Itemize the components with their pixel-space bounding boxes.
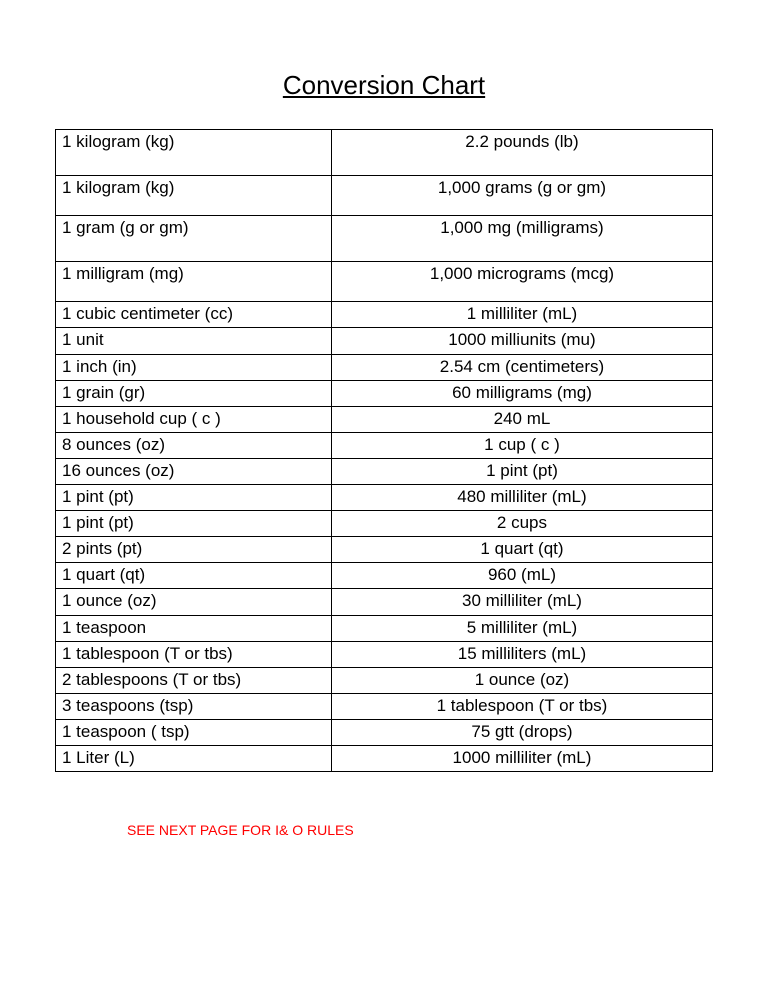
from-cell: 1 kilogram (kg)	[56, 176, 332, 216]
table-row: 2 tablespoons (T or tbs)1 ounce (oz)	[56, 667, 713, 693]
to-cell: 15 milliliters (mL)	[331, 641, 712, 667]
from-cell: 1 inch (in)	[56, 354, 332, 380]
from-cell: 1 pint (pt)	[56, 511, 332, 537]
to-cell: 2.2 pounds (lb)	[331, 130, 712, 176]
table-row: 1 cubic centimeter (cc)1 milliliter (mL)	[56, 302, 713, 328]
to-cell: 1 ounce (oz)	[331, 667, 712, 693]
table-row: 8 ounces (oz)1 cup ( c )	[56, 432, 713, 458]
to-cell: 960 (mL)	[331, 563, 712, 589]
table-row: 1 household cup ( c )240 mL	[56, 406, 713, 432]
to-cell: 1000 milliunits (mu)	[331, 328, 712, 354]
table-row: 1 quart (qt)960 (mL)	[56, 563, 713, 589]
page-title: Conversion Chart	[55, 70, 713, 101]
to-cell: 1 milliliter (mL)	[331, 302, 712, 328]
from-cell: 2 pints (pt)	[56, 537, 332, 563]
to-cell: 2.54 cm (centimeters)	[331, 354, 712, 380]
to-cell: 1,000 micrograms (mcg)	[331, 262, 712, 302]
to-cell: 2 cups	[331, 511, 712, 537]
to-cell: 1 quart (qt)	[331, 537, 712, 563]
to-cell: 1 cup ( c )	[331, 432, 712, 458]
table-row: 1 gram (g or gm)1,000 mg (milligrams)	[56, 216, 713, 262]
from-cell: 16 ounces (oz)	[56, 458, 332, 484]
table-row: 16 ounces (oz)1 pint (pt)	[56, 458, 713, 484]
from-cell: 1 gram (g or gm)	[56, 216, 332, 262]
table-row: 1 Liter (L)1000 milliliter (mL)	[56, 745, 713, 771]
from-cell: 1 cubic centimeter (cc)	[56, 302, 332, 328]
conversion-table: 1 kilogram (kg)2.2 pounds (lb)1 kilogram…	[55, 129, 713, 772]
to-cell: 1 pint (pt)	[331, 458, 712, 484]
to-cell: 1000 milliliter (mL)	[331, 745, 712, 771]
from-cell: 1 ounce (oz)	[56, 589, 332, 615]
table-row: 1 milligram (mg)1,000 micrograms (mcg)	[56, 262, 713, 302]
to-cell: 30 milliliter (mL)	[331, 589, 712, 615]
to-cell: 1,000 grams (g or gm)	[331, 176, 712, 216]
table-row: 1 tablespoon (T or tbs)15 milliliters (m…	[56, 641, 713, 667]
to-cell: 240 mL	[331, 406, 712, 432]
table-row: 1 kilogram (kg)2.2 pounds (lb)	[56, 130, 713, 176]
next-page-note: SEE NEXT PAGE FOR I& O RULES	[127, 822, 713, 838]
table-row: 1 pint (pt)2 cups	[56, 511, 713, 537]
from-cell: 8 ounces (oz)	[56, 432, 332, 458]
table-row: 1 ounce (oz)30 milliliter (mL)	[56, 589, 713, 615]
table-row: 1 pint (pt)480 milliliter (mL)	[56, 485, 713, 511]
from-cell: 2 tablespoons (T or tbs)	[56, 667, 332, 693]
from-cell: 1 kilogram (kg)	[56, 130, 332, 176]
from-cell: 1 milligram (mg)	[56, 262, 332, 302]
table-row: 1 kilogram (kg)1,000 grams (g or gm)	[56, 176, 713, 216]
from-cell: 1 Liter (L)	[56, 745, 332, 771]
table-row: 2 pints (pt)1 quart (qt)	[56, 537, 713, 563]
to-cell: 75 gtt (drops)	[331, 719, 712, 745]
from-cell: 1 household cup ( c )	[56, 406, 332, 432]
table-row: 1 inch (in)2.54 cm (centimeters)	[56, 354, 713, 380]
from-cell: 1 unit	[56, 328, 332, 354]
table-row: 1 teaspoon ( tsp)75 gtt (drops)	[56, 719, 713, 745]
from-cell: 1 pint (pt)	[56, 485, 332, 511]
to-cell: 480 milliliter (mL)	[331, 485, 712, 511]
from-cell: 1 quart (qt)	[56, 563, 332, 589]
from-cell: 1 teaspoon ( tsp)	[56, 719, 332, 745]
from-cell: 1 grain (gr)	[56, 380, 332, 406]
table-row: 1 teaspoon5 milliliter (mL)	[56, 615, 713, 641]
table-row: 3 teaspoons (tsp)1 tablespoon (T or tbs)	[56, 693, 713, 719]
from-cell: 3 teaspoons (tsp)	[56, 693, 332, 719]
table-row: 1 unit1000 milliunits (mu)	[56, 328, 713, 354]
from-cell: 1 teaspoon	[56, 615, 332, 641]
to-cell: 60 milligrams (mg)	[331, 380, 712, 406]
from-cell: 1 tablespoon (T or tbs)	[56, 641, 332, 667]
to-cell: 1,000 mg (milligrams)	[331, 216, 712, 262]
to-cell: 1 tablespoon (T or tbs)	[331, 693, 712, 719]
to-cell: 5 milliliter (mL)	[331, 615, 712, 641]
table-row: 1 grain (gr)60 milligrams (mg)	[56, 380, 713, 406]
